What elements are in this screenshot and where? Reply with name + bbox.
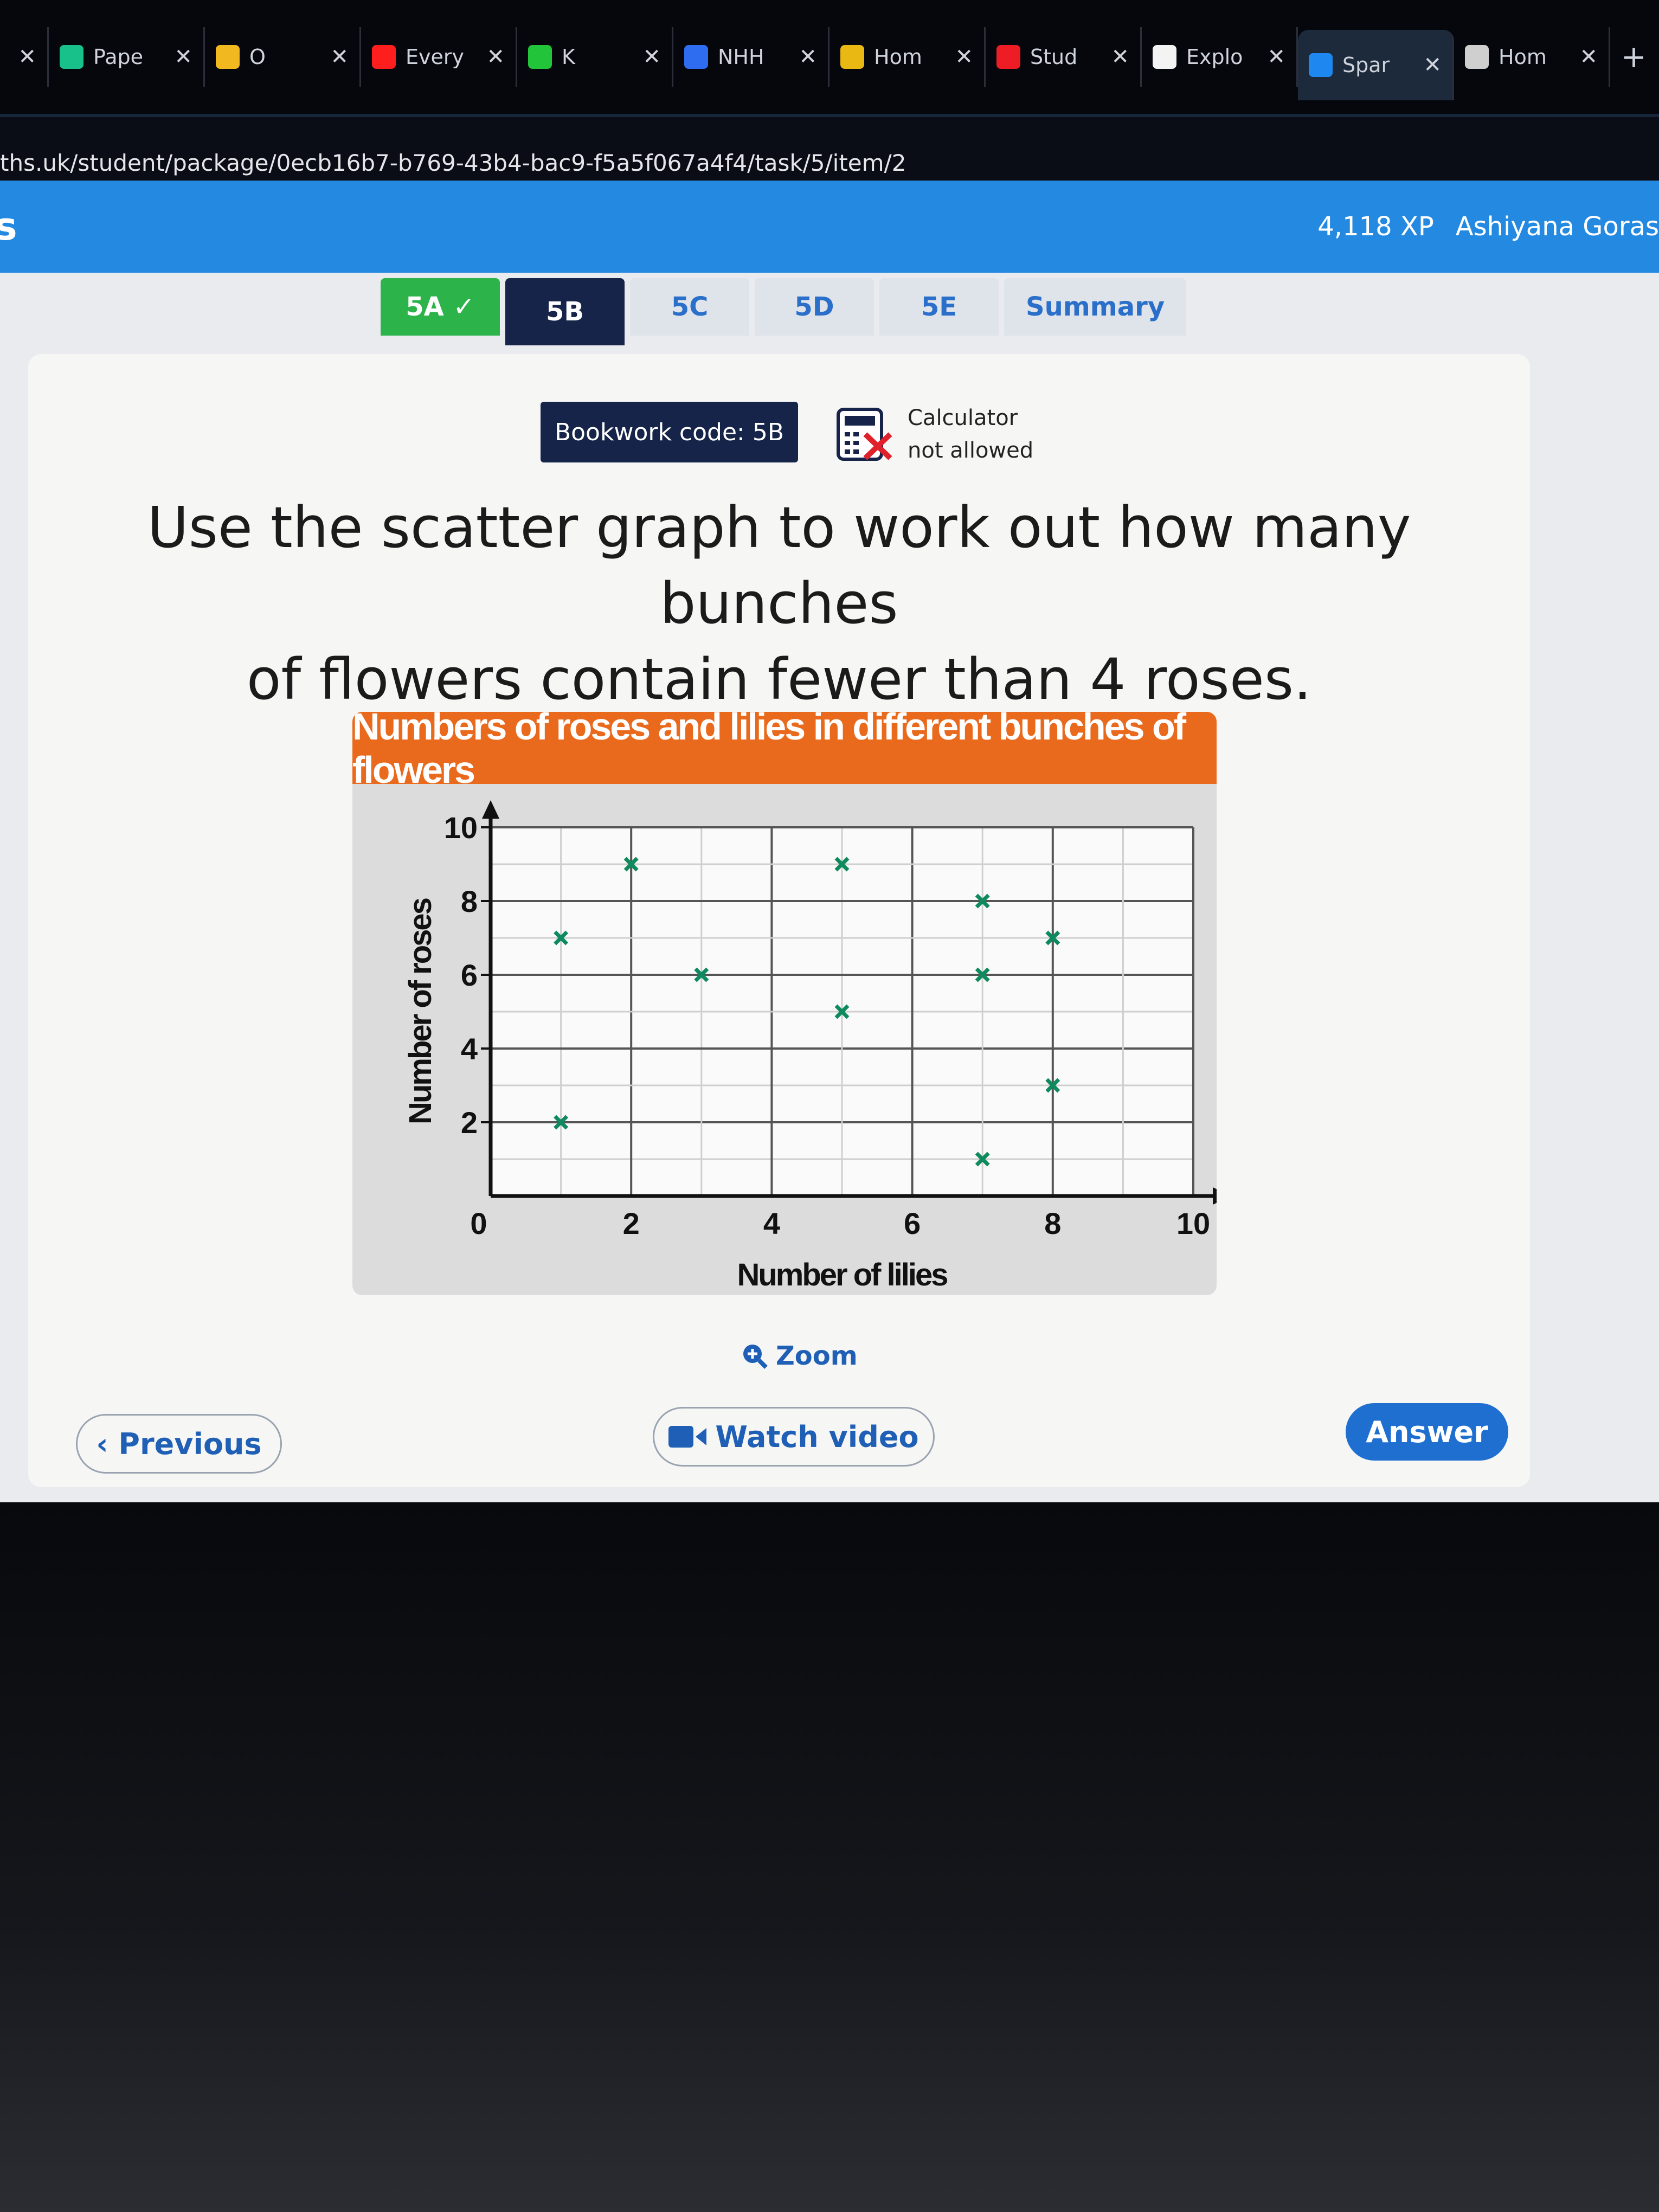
browser-tab[interactable]: NHH ✕: [673, 27, 829, 87]
y-axis-arrow-icon: [482, 800, 499, 819]
browser-tab[interactable]: Explo ✕: [1142, 27, 1298, 87]
close-tab-icon[interactable]: ✕: [955, 44, 973, 69]
close-tab-icon[interactable]: ✕: [1579, 44, 1598, 69]
bookwork-code: Bookwork code: 5B: [541, 402, 798, 462]
favicon-icon: [684, 45, 708, 69]
browser-tab[interactable]: O ✕: [205, 27, 361, 87]
browser-tab-label: Pape: [93, 45, 143, 69]
browser-tab-label: K: [562, 45, 575, 69]
calculator-label: Calculator: [908, 406, 1018, 430]
close-tab-icon[interactable]: ✕: [486, 44, 505, 69]
favicon-icon: [60, 45, 83, 69]
browser-tab[interactable]: Every ✕: [361, 27, 517, 87]
favicon-icon: [1153, 45, 1176, 69]
section-tab[interactable]: 5E: [879, 278, 999, 336]
browser-tab-label: Stud: [1030, 45, 1078, 69]
watch-video-label: Watch video: [715, 1419, 919, 1454]
x-tick-label: 2: [623, 1206, 640, 1240]
question-line-1: Use the scatter graph to work out how ma…: [147, 494, 1411, 636]
previous-label: Previous: [118, 1426, 262, 1461]
section-tabs: 5A ✓ 5B 5C 5D 5E Summary: [381, 278, 1187, 345]
close-tab-icon[interactable]: ✕: [1111, 44, 1129, 69]
x-tick-label: 4: [763, 1206, 780, 1240]
y-tick-label: 2: [461, 1105, 478, 1140]
user-name[interactable]: Ashiyana Goras: [1456, 211, 1659, 242]
favicon-icon: [1309, 53, 1333, 77]
calculator-status: Calculator not allowed: [836, 402, 1033, 467]
section-tab[interactable]: 5D: [755, 278, 874, 336]
favicon-icon: [372, 45, 396, 69]
laptop-keyboard-area: [0, 1502, 1659, 2212]
browser-tab-strip: ✕ Pape ✕ O ✕ Every ✕ K ✕ NHH ✕ Hom ✕ Stud ✕ Explo ✕ Spar ✕…: [0, 0, 1659, 114]
chevron-left-icon: ‹: [96, 1426, 119, 1461]
section-tab[interactable]: Summary: [1004, 278, 1187, 336]
app-header: s 4,118 XP Ashiyana Goras: [0, 181, 1659, 273]
scatter-graph: Numbers of roses and lilies in different…: [352, 712, 1217, 1295]
answer-button[interactable]: Answer: [1346, 1403, 1508, 1461]
close-tab-icon[interactable]: ✕: [18, 44, 36, 69]
watch-video-button[interactable]: Watch video: [653, 1407, 935, 1467]
favicon-icon: [996, 45, 1020, 69]
address-bar[interactable]: ths.uk/student/package/0ecb16b7-b769-43b…: [0, 114, 1659, 179]
browser-tab[interactable]: Pape ✕: [49, 27, 205, 87]
close-tab-icon[interactable]: ✕: [174, 44, 192, 69]
browser-tab[interactable]: Hom ✕: [1454, 27, 1610, 87]
browser-tab[interactable]: ✕: [0, 27, 49, 87]
section-tab[interactable]: 5B: [505, 278, 625, 345]
x-tick-label: 10: [1176, 1206, 1210, 1240]
browser-tab[interactable]: Stud ✕: [986, 27, 1142, 87]
browser-tab-label: Hom: [874, 45, 922, 69]
zoom-in-icon: [743, 1345, 768, 1369]
previous-button[interactable]: ‹ Previous: [76, 1414, 282, 1474]
new-tab-icon[interactable]: +: [1621, 40, 1647, 75]
browser-tab[interactable]: Hom ✕: [829, 27, 986, 87]
y-tick-label: 6: [461, 958, 478, 992]
calculator-not-allowed-icon: [837, 408, 892, 461]
y-tick-label: 4: [461, 1032, 478, 1066]
close-tab-icon[interactable]: ✕: [642, 44, 661, 69]
close-tab-icon[interactable]: ✕: [799, 44, 817, 69]
zoom-label: Zoom: [776, 1341, 858, 1371]
browser-tab-label: NHH: [718, 45, 764, 69]
favicon-icon: [1465, 45, 1489, 69]
question-card: Bookwork code: 5B Calculator not allowed …: [28, 354, 1530, 1487]
y-tick-label: 10: [444, 811, 478, 845]
browser-tab-label: O: [249, 45, 266, 69]
close-tab-icon[interactable]: ✕: [330, 44, 349, 69]
x-tick-label: 0: [470, 1206, 487, 1240]
zoom-button[interactable]: Zoom: [741, 1341, 858, 1371]
section-tab[interactable]: 5C: [630, 278, 749, 336]
brand-logo: s: [0, 204, 17, 249]
xp-count: 4,118 XP: [1317, 211, 1434, 242]
section-tab[interactable]: 5A ✓: [381, 278, 500, 336]
x-tick-label: 6: [904, 1206, 921, 1240]
calculator-status-text: not allowed: [908, 438, 1034, 463]
favicon-icon: [528, 45, 552, 69]
x-tick-label: 8: [1044, 1206, 1061, 1240]
x-axis-arrow-icon: [1213, 1187, 1217, 1205]
close-tab-icon[interactable]: ✕: [1267, 44, 1285, 69]
video-camera-icon: [668, 1426, 707, 1448]
question-text: Use the scatter graph to work out how ma…: [28, 490, 1530, 717]
y-tick-label: 8: [461, 884, 478, 918]
browser-tab[interactable]: K ✕: [517, 27, 673, 87]
favicon-icon: [216, 45, 240, 69]
question-line-2: of flowers contain fewer than 4 roses.: [246, 646, 1312, 712]
x-axis-label: Number of lilies: [737, 1257, 947, 1293]
y-axis-label: Number of roses: [403, 898, 438, 1124]
url-text: ths.uk/student/package/0ecb16b7-b769-43b…: [0, 150, 906, 176]
favicon-icon: [840, 45, 864, 69]
browser-tab-label: Explo: [1186, 45, 1243, 69]
browser-tab-label: Hom: [1499, 45, 1547, 69]
close-tab-icon[interactable]: ✕: [1423, 53, 1442, 78]
page: 5A ✓ 5B 5C 5D 5E Summary Bookwork code: 5B Ca…: [0, 273, 1659, 1502]
chart-title: Numbers of roses and lilies in different…: [352, 712, 1217, 791]
plot-area: 0 2 4 6 8 10 2 4 6 8 10 Number of lilies Number of r…: [403, 800, 1217, 1293]
browser-tab[interactable]: Spar ✕: [1298, 30, 1454, 100]
browser-tab-label: Every: [406, 45, 464, 69]
browser-tab-label: Spar: [1342, 53, 1390, 77]
